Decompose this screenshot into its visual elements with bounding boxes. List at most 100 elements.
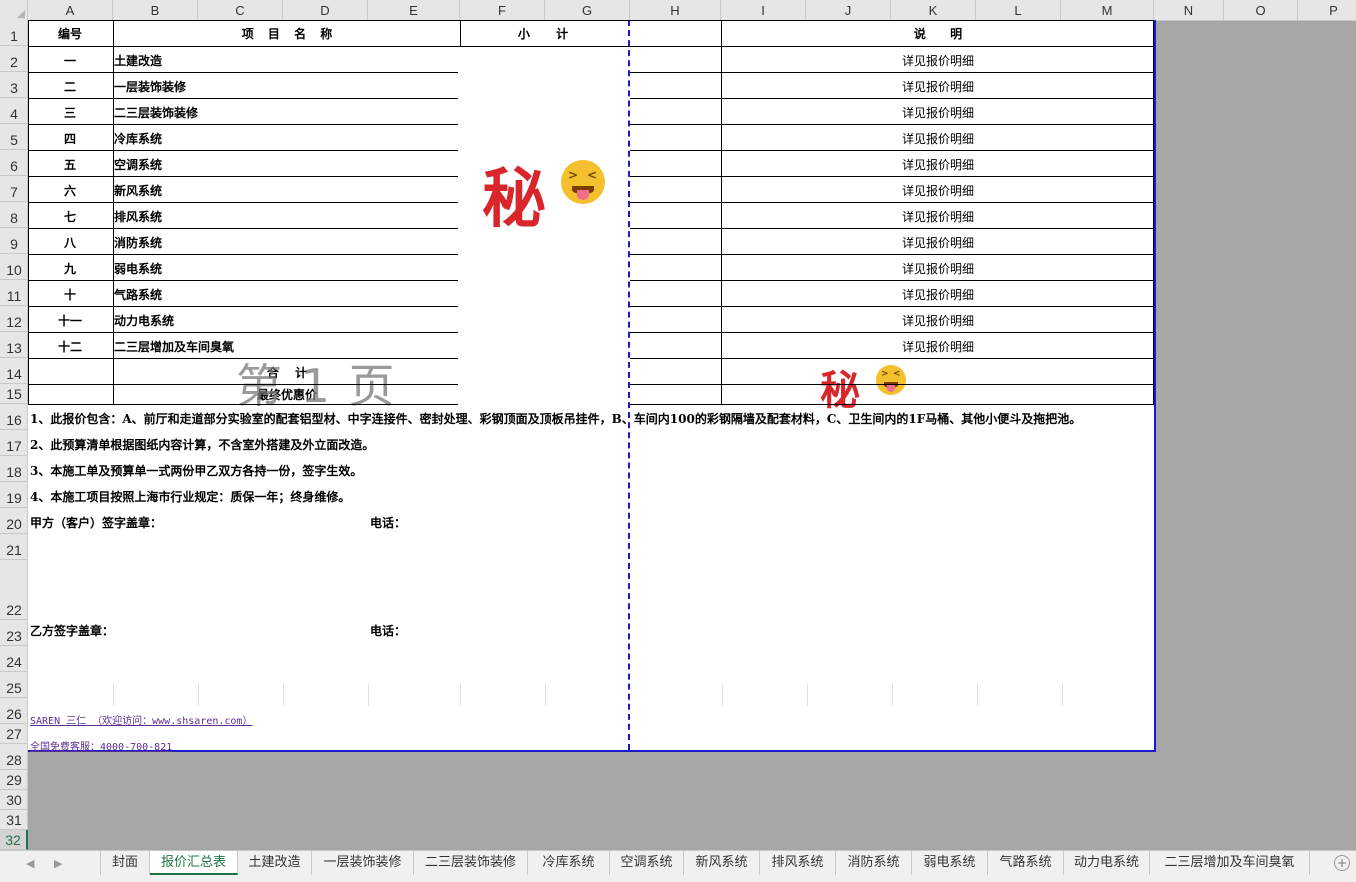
column-header-k[interactable]: K (891, 0, 976, 20)
note-3[interactable]: 3、本施工单及预算单一式两份甲乙双方各持一份，签字生效。 (30, 462, 362, 479)
row-header-21[interactable]: 21 (0, 534, 28, 560)
item-note[interactable]: 详见报价明细 (722, 78, 1154, 95)
row-header-10[interactable]: 10 (0, 254, 28, 280)
sheet-tab[interactable]: 封面 (100, 851, 150, 875)
item-note[interactable]: 详见报价明细 (722, 104, 1154, 121)
note-4[interactable]: 4、本施工项目按照上海市行业规定：质保一年；终身维修。 (30, 488, 350, 505)
item-note[interactable]: 详见报价明细 (722, 260, 1154, 277)
item-note[interactable]: 详见报价明细 (722, 208, 1154, 225)
row-header-8[interactable]: 8 (0, 202, 28, 228)
row-header-11[interactable]: 11 (0, 280, 28, 306)
chevron-right-icon[interactable]: ▶ (54, 857, 62, 870)
company-website-link[interactable]: SAREN 三仁 （欢迎访问：www.shsaren.com） (30, 712, 252, 727)
row-header-20[interactable]: 20 (0, 508, 28, 534)
column-header-h[interactable]: H (630, 0, 721, 20)
item-note[interactable]: 详见报价明细 (722, 312, 1154, 329)
item-note[interactable]: 详见报价明细 (722, 234, 1154, 251)
sheet-tab[interactable]: 二三层装饰装修 (414, 851, 528, 875)
item-name[interactable]: 土建改造 (114, 52, 162, 69)
row-header-16[interactable]: 16 (0, 404, 28, 430)
item-name[interactable]: 排风系统 (114, 208, 162, 225)
sheet-tab[interactable]: 弱电系统 (912, 851, 988, 875)
item-number[interactable]: 十二 (28, 338, 112, 355)
column-header-d[interactable]: D (283, 0, 368, 20)
item-name[interactable]: 消防系统 (114, 234, 162, 251)
row-header-14[interactable]: 14 (0, 358, 28, 384)
item-number[interactable]: 四 (28, 130, 112, 147)
row-header-5[interactable]: 5 (0, 124, 28, 150)
column-header-f[interactable]: F (460, 0, 545, 20)
party-b-phone-label[interactable]: 电话： (370, 622, 406, 639)
row-header-24[interactable]: 24 (0, 646, 28, 672)
header-subtotal[interactable]: 小 计 (460, 25, 626, 42)
item-name[interactable]: 新风系统 (114, 182, 162, 199)
header-number[interactable]: 编号 (28, 25, 112, 42)
item-number[interactable]: 十一 (28, 312, 112, 329)
sheet-tab[interactable]: 冷库系统 (528, 851, 610, 875)
item-number[interactable]: 十 (28, 286, 112, 303)
item-note[interactable]: 详见报价明细 (722, 338, 1154, 355)
row-header-9[interactable]: 9 (0, 228, 28, 254)
sheet-tab[interactable]: 报价汇总表 (150, 851, 238, 875)
hotline-text[interactable]: 全国免费客服：4000-700-821 (30, 738, 172, 753)
row-header-27[interactable]: 27 (0, 724, 28, 744)
item-name[interactable]: 二三层装饰装修 (114, 104, 198, 121)
item-note[interactable]: 详见报价明细 (722, 182, 1154, 199)
item-note[interactable]: 详见报价明细 (722, 156, 1154, 173)
item-note[interactable]: 详见报价明细 (722, 130, 1154, 147)
row-header-7[interactable]: 7 (0, 176, 28, 202)
column-header-o[interactable]: O (1224, 0, 1298, 20)
header-item-name[interactable]: 项 目 名 称 (114, 25, 460, 42)
row-header-17[interactable]: 17 (0, 430, 28, 456)
row-header-19[interactable]: 19 (0, 482, 28, 508)
header-note[interactable]: 说 明 (722, 25, 1154, 42)
item-number[interactable]: 五 (28, 156, 112, 173)
column-header-e[interactable]: E (368, 0, 460, 20)
row-header-31[interactable]: 31 (0, 810, 28, 830)
worksheet-print-area[interactable]: 编号 项 目 名 称 小 计 说 明 一土建改造 详见报价明细二一层装饰装修 详见报… (28, 20, 1156, 753)
row-header-23[interactable]: 23 (0, 620, 28, 646)
row-header-13[interactable]: 13 (0, 332, 28, 358)
column-header-c[interactable]: C (198, 0, 283, 20)
row-header-2[interactable]: 2 (0, 46, 28, 72)
item-number[interactable]: 六 (28, 182, 112, 199)
row-header-26[interactable]: 26 (0, 698, 28, 724)
item-name[interactable]: 二三层增加及车间臭氧 (114, 338, 234, 355)
row-header-6[interactable]: 6 (0, 150, 28, 176)
row-header-12[interactable]: 12 (0, 306, 28, 332)
sheet-tab[interactable]: 气路系统 (988, 851, 1064, 875)
chevron-left-icon[interactable]: ◀ (26, 857, 34, 870)
row-header-22[interactable]: 22 (0, 560, 28, 620)
item-number[interactable]: 一 (28, 52, 112, 69)
item-name[interactable]: 冷库系统 (114, 130, 162, 147)
column-header-n[interactable]: N (1154, 0, 1224, 20)
row-header-15[interactable]: 15 (0, 384, 28, 404)
item-name[interactable]: 气路系统 (114, 286, 162, 303)
item-name[interactable]: 空调系统 (114, 156, 162, 173)
item-note[interactable]: 详见报价明细 (722, 286, 1154, 303)
plus-circle-icon[interactable]: + (1334, 855, 1350, 871)
party-a-phone-label[interactable]: 电话： (370, 514, 406, 531)
item-name[interactable]: 动力电系统 (114, 312, 174, 329)
row-header-25[interactable]: 25 (0, 672, 28, 698)
party-b-signature-label[interactable]: 乙方签字盖章： (30, 622, 114, 639)
column-header-g[interactable]: G (545, 0, 630, 20)
sheet-tab[interactable]: 土建改造 (238, 851, 312, 875)
item-number[interactable]: 八 (28, 234, 112, 251)
sheet-tab[interactable]: 消防系统 (836, 851, 912, 875)
row-header-28[interactable]: 28 (0, 744, 28, 770)
row-header-1[interactable]: 1 (0, 20, 28, 46)
sheet-tab[interactable]: 动力电系统 (1064, 851, 1150, 875)
note-2[interactable]: 2、此预算清单根据图纸内容计算，不含室外搭建及外立面改造。 (30, 436, 374, 453)
item-number[interactable]: 三 (28, 104, 112, 121)
row-header-4[interactable]: 4 (0, 98, 28, 124)
column-header-b[interactable]: B (113, 0, 198, 20)
item-number[interactable]: 七 (28, 208, 112, 225)
sheet-tab[interactable]: 空调系统 (610, 851, 684, 875)
row-header-29[interactable]: 29 (0, 770, 28, 790)
row-header-3[interactable]: 3 (0, 72, 28, 98)
item-number[interactable]: 九 (28, 260, 112, 277)
item-note[interactable]: 详见报价明细 (722, 52, 1154, 69)
row-header-30[interactable]: 30 (0, 790, 28, 810)
party-a-signature-label[interactable]: 甲方（客户）签字盖章： (30, 514, 162, 531)
